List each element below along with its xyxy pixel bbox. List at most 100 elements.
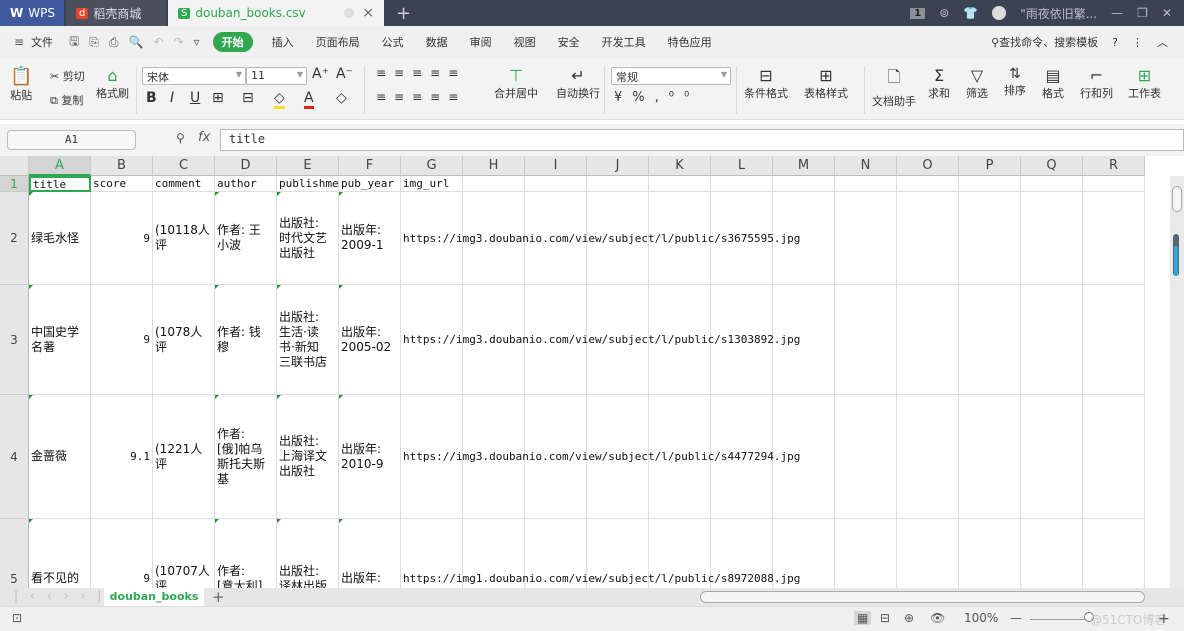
table-cell[interactable] <box>959 395 1021 519</box>
table-cell[interactable]: 看不见的 <box>29 519 91 588</box>
font-color-button[interactable]: A <box>304 90 314 109</box>
column-header[interactable]: C <box>153 156 215 176</box>
wps-home-tab[interactable]: W WPS <box>0 0 64 26</box>
font-name-select[interactable]: 宋体 ▼ <box>142 67 246 85</box>
table-cell[interactable]: img_url <box>401 176 463 192</box>
table-cell[interactable] <box>1083 395 1145 519</box>
table-cell[interactable] <box>897 519 959 588</box>
tab-insert[interactable]: 插入 <box>261 34 305 50</box>
customize-dropdown-icon[interactable]: ▿ <box>189 35 205 49</box>
macro-icon[interactable]: ⊡ <box>12 611 22 625</box>
table-cell[interactable] <box>463 176 525 192</box>
table-cell[interactable]: https://img1.doubanio.com/view/subject/l… <box>401 519 800 588</box>
column-header[interactable]: A <box>29 156 91 176</box>
table-cell[interactable]: (1221人评 <box>153 395 215 519</box>
table-cell[interactable]: 出版年: <box>339 519 401 588</box>
column-header[interactable]: Q <box>1021 156 1083 176</box>
sheet-nav-arrows[interactable]: |‹‹››| <box>14 589 113 603</box>
table-cell[interactable]: 绿毛水怪 <box>29 192 91 285</box>
column-header[interactable]: I <box>525 156 587 176</box>
table-cell[interactable] <box>1021 192 1083 285</box>
sort-button[interactable]: ⇅ 排序 <box>1004 66 1026 98</box>
cut-button[interactable]: ✂ 剪切 <box>50 68 85 84</box>
docer-store-tab[interactable]: d 稻壳商城 <box>66 0 166 26</box>
table-cell[interactable] <box>587 176 649 192</box>
table-cell[interactable]: 9.1 <box>91 395 153 519</box>
table-cell[interactable] <box>1021 395 1083 519</box>
normal-view-icon[interactable]: ▦ <box>854 611 872 625</box>
page-break-view-icon[interactable]: ⊟ <box>880 611 890 625</box>
column-header[interactable]: L <box>711 156 773 176</box>
table-cell[interactable]: 9 <box>91 519 153 588</box>
zoom-in-button[interactable]: + <box>1158 611 1170 627</box>
table-cell[interactable] <box>711 176 773 192</box>
file-menu[interactable]: 文件 <box>29 34 64 50</box>
table-cell[interactable] <box>649 176 711 192</box>
vertical-align-buttons[interactable]: ≡≡≡≡≡ <box>376 66 466 80</box>
help-button[interactable]: ? <box>1112 36 1118 49</box>
decrease-font-button[interactable]: A⁻ <box>336 66 353 82</box>
filter-button[interactable]: ▽ 筛选 <box>966 66 988 101</box>
table-cell[interactable]: 出版社: 译林出版 <box>277 519 339 588</box>
table-cell[interactable]: https://img3.doubanio.com/view/subject/l… <box>401 285 800 395</box>
column-header[interactable]: R <box>1083 156 1145 176</box>
reading-layout-icon[interactable]: ⊕ <box>904 611 914 625</box>
column-header[interactable]: E <box>277 156 339 176</box>
avatar[interactable] <box>992 6 1007 20</box>
table-cell[interactable] <box>1083 519 1145 588</box>
horizontal-scrollbar[interactable] <box>700 591 1145 603</box>
zoom-out-button[interactable]: — <box>1010 611 1022 625</box>
menu-icon[interactable]: ≡ <box>0 35 29 49</box>
column-header[interactable]: K <box>649 156 711 176</box>
table-cell[interactable]: 9 <box>91 285 153 395</box>
add-sheet-button[interactable]: + <box>212 588 225 606</box>
tab-start[interactable]: 开始 <box>212 32 253 52</box>
number-format-select[interactable]: 常规 ▼ <box>611 67 731 85</box>
horizontal-align-buttons[interactable]: ≡≡≡≡≡ <box>376 90 466 104</box>
table-cell[interactable] <box>1083 285 1145 395</box>
table-cell[interactable]: title <box>29 176 91 192</box>
table-cell[interactable]: pub_year <box>339 176 401 192</box>
table-cell[interactable] <box>1083 192 1145 285</box>
name-box[interactable]: A1 <box>7 130 136 150</box>
tab-features[interactable]: 特色应用 <box>657 34 723 50</box>
table-cell[interactable]: https://img3.doubanio.com/view/subject/l… <box>401 395 800 519</box>
format-button[interactable]: ▤ 格式 <box>1042 66 1064 101</box>
restore-button[interactable]: ❐ <box>1137 6 1148 20</box>
tab-page-layout[interactable]: 页面布局 <box>305 34 371 50</box>
column-header[interactable]: D <box>215 156 277 176</box>
conditional-format-button[interactable]: ⊟ 条件格式 <box>744 66 788 101</box>
table-cell[interactable] <box>897 192 959 285</box>
column-header[interactable]: N <box>835 156 897 176</box>
table-cell[interactable] <box>835 192 897 285</box>
row-header[interactable]: 1 <box>0 176 29 192</box>
doc-helper-button[interactable]: 🗋 文档助手 <box>872 66 916 109</box>
table-cell[interactable] <box>835 176 897 192</box>
table-cell[interactable]: comment <box>153 176 215 192</box>
vertical-scrollbar[interactable] <box>1170 176 1184 588</box>
format-painter-button[interactable]: ⌂ 格式刷 <box>96 66 129 101</box>
table-cell[interactable]: 出版社: 生活·读 书·新知 三联书店 <box>277 285 339 395</box>
bold-button[interactable]: B <box>146 90 157 106</box>
table-cell[interactable]: 出版社: 上海译文 出版社 <box>277 395 339 519</box>
new-tab-button[interactable]: + <box>384 0 423 26</box>
cell-style-button[interactable]: ⊟ <box>242 90 254 106</box>
table-cell[interactable] <box>525 176 587 192</box>
fill-color-button[interactable]: ◇ <box>274 90 285 109</box>
table-cell[interactable] <box>835 285 897 395</box>
table-cell[interactable] <box>1021 285 1083 395</box>
close-tab-button[interactable]: × <box>362 5 374 21</box>
collapse-ribbon-icon[interactable]: ︿ <box>1157 34 1168 50</box>
table-cell[interactable] <box>1021 519 1083 588</box>
increase-font-button[interactable]: A⁺ <box>312 66 329 82</box>
tab-developer[interactable]: 开发工具 <box>591 34 657 50</box>
table-cell[interactable]: (10707人评 <box>153 519 215 588</box>
more-icon[interactable]: ⋮ <box>1132 36 1143 49</box>
column-header[interactable]: F <box>339 156 401 176</box>
table-style-button[interactable]: ⊞ 表格样式 <box>804 66 848 101</box>
paste-button[interactable]: 📋 粘贴 <box>10 66 32 103</box>
table-cell[interactable] <box>773 176 835 192</box>
table-cell[interactable]: 出版社: 时代文艺 出版社 <box>277 192 339 285</box>
column-header[interactable]: B <box>91 156 153 176</box>
row-header[interactable]: 5 <box>0 519 29 588</box>
